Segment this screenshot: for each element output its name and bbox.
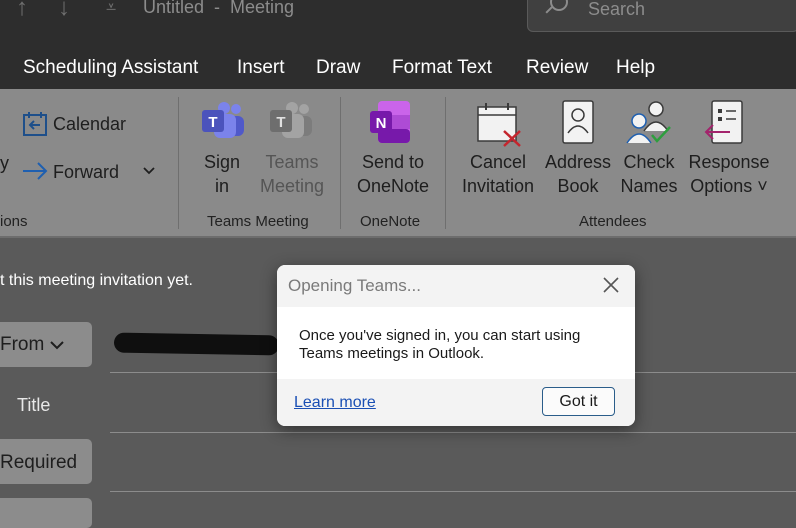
chevron-down-icon[interactable] [143, 167, 155, 175]
onenote-group-label: OneNote [360, 213, 421, 230]
response-options-line1: Response [688, 152, 770, 172]
ribbon-divider [340, 97, 341, 229]
teams-meeting-line2: Meeting [259, 176, 325, 196]
required-divider [110, 491, 796, 492]
cancel-invitation-line1: Cancel [469, 152, 527, 172]
title-divider [110, 432, 796, 433]
send-to-onenote-line2: OneNote [356, 176, 430, 196]
menu-insert[interactable]: Insert [237, 57, 285, 79]
check-names-line1: Check [623, 152, 675, 172]
chevron-down-icon [50, 341, 64, 350]
sign-in-line1: Sign [203, 152, 241, 172]
calendar-button-label[interactable]: Calendar [53, 114, 126, 135]
ribbon-border [0, 236, 796, 238]
teams-icon: T [202, 102, 244, 138]
required-button-label: Required [0, 452, 78, 473]
sign-in-line2: in [214, 176, 229, 196]
dialog-footer: Learn more Got it [277, 379, 635, 426]
teams-group-label: Teams Meeting [207, 213, 309, 230]
forward-button-label[interactable]: Forward [53, 162, 119, 183]
cancel-invitation-line2: Invitation [461, 176, 535, 196]
calendar-icon [23, 112, 47, 136]
check-names-icon [626, 101, 671, 144]
dialog-title: Opening Teams... [288, 276, 421, 295]
teams-meeting-button: Teams Meeting [256, 150, 328, 198]
search-box[interactable]: Search [527, 0, 796, 32]
partial-label: y [0, 153, 9, 173]
window-title: Untitled - Meeting [143, 0, 295, 17]
search-icon [550, 0, 568, 11]
opening-teams-dialog: Opening Teams... Once you've signed in, … [277, 265, 635, 426]
search-placeholder: Search [588, 0, 646, 19]
menu-scheduling-assistant[interactable]: Scheduling Assistant [23, 57, 198, 79]
title-label: Title [17, 395, 51, 415]
response-options-icon [704, 100, 743, 144]
menu-draw[interactable]: Draw [316, 57, 360, 79]
sign-in-button[interactable]: Sign in [196, 150, 248, 198]
check-names-line2: Names [620, 176, 678, 196]
ribbon-divider [445, 97, 446, 229]
forward-arrow-icon [23, 162, 48, 180]
from-button-label: From [0, 334, 45, 355]
teams-meeting-icon: T [270, 102, 312, 138]
send-to-onenote-line1: Send to [361, 152, 425, 172]
redacted-sender [113, 332, 280, 356]
address-book-icon [562, 100, 594, 144]
response-options-line2: Options ˅ [690, 176, 768, 196]
svg-text:T: T [208, 114, 217, 131]
dialog-message: Once you've signed in, you can start usi… [299, 327, 581, 362]
svg-text:N: N [376, 115, 387, 132]
got-it-button[interactable]: Got it [542, 387, 615, 416]
onenote-icon: N [370, 101, 410, 143]
from-button[interactable]: From [0, 322, 92, 367]
title-bar: ↑ ↓ ⩡ Untitled - Meeting Search [0, 0, 796, 40]
address-book-line2: Book [557, 176, 599, 196]
attendees-group-label: Attendees [579, 213, 647, 230]
ribbon: y Calendar Forward ions T Sign in T Team… [0, 89, 796, 237]
check-names-button[interactable]: Check Names [618, 150, 680, 198]
invitation-notice: t this meeting invitation yet. [0, 272, 193, 289]
menu-review[interactable]: Review [526, 57, 588, 79]
svg-text:T: T [276, 114, 285, 131]
ribbon-divider [178, 97, 179, 229]
send-to-onenote-button[interactable]: Send to OneNote [354, 150, 432, 198]
dialog-header: Opening Teams... [277, 265, 635, 307]
response-options-button[interactable]: Response Options ˅ [686, 150, 772, 198]
menu-help[interactable]: Help [616, 57, 655, 79]
menu-format-text[interactable]: Format Text [392, 57, 492, 79]
cancel-invitation-icon [477, 103, 521, 147]
customize-toolbar-icon[interactable]: ⩡ [106, 0, 116, 18]
down-arrow-icon[interactable]: ↓ [58, 0, 70, 22]
optional-button[interactable] [0, 498, 92, 528]
partial-group-label: ions [0, 213, 28, 230]
address-book-line1: Address [544, 152, 612, 172]
menu-bar: Scheduling Assistant Insert Draw Format … [0, 40, 796, 89]
close-icon[interactable] [600, 274, 622, 296]
up-arrow-icon[interactable]: ↑ [16, 0, 28, 22]
required-button[interactable]: Required [0, 439, 92, 484]
address-book-button[interactable]: Address Book [542, 150, 614, 198]
learn-more-link[interactable]: Learn more [294, 394, 376, 412]
teams-meeting-line1: Teams [265, 152, 319, 172]
cancel-invitation-button[interactable]: Cancel Invitation [458, 150, 538, 198]
